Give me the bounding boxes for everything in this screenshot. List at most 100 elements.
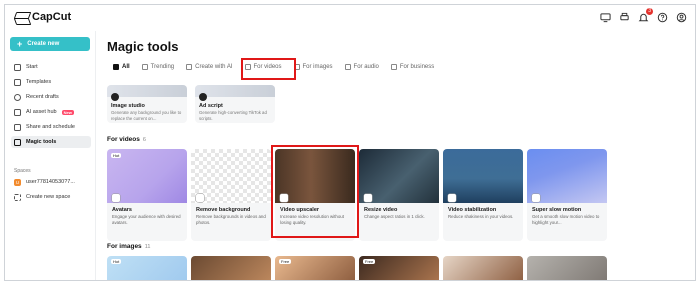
sidebar-item-ai-asset-hub[interactable]: AI asset hub New bbox=[11, 106, 91, 118]
tab-label: All bbox=[122, 64, 130, 70]
help-icon[interactable] bbox=[657, 12, 668, 23]
music-icon bbox=[344, 64, 351, 70]
tab-highlight-box bbox=[241, 58, 296, 80]
trending-icon bbox=[141, 64, 148, 70]
sidebar-item-label: Recent drafts bbox=[26, 94, 59, 100]
tool-card-video-stabilization[interactable]: Video stabilization Reduce shakiness in … bbox=[443, 149, 523, 241]
sidebar-item-start[interactable]: Start bbox=[11, 61, 91, 73]
tab-for-business[interactable]: For business bbox=[385, 61, 440, 73]
hot-badge: Hot bbox=[111, 153, 122, 158]
app-window: CapCut 3 + Create new Start Templates Re… bbox=[4, 4, 696, 281]
bell-icon[interactable]: 3 bbox=[638, 8, 653, 23]
home-icon bbox=[14, 63, 21, 71]
templates-icon bbox=[14, 78, 21, 86]
user-icon[interactable] bbox=[676, 12, 687, 23]
tool-card-ad-script[interactable]: Ad script Generate high-converting TikTo… bbox=[195, 85, 275, 123]
image-tool-card[interactable]: Free bbox=[275, 256, 355, 280]
briefcase-icon bbox=[390, 64, 397, 70]
app-name: CapCut bbox=[32, 11, 72, 23]
tool-icon bbox=[448, 194, 456, 202]
card-thumbnail bbox=[107, 85, 187, 97]
grid-icon bbox=[113, 64, 119, 70]
card-title: Image studio bbox=[111, 103, 145, 109]
top-bar: CapCut 3 bbox=[5, 5, 695, 31]
magic-icon bbox=[14, 138, 21, 146]
notification-badge: 3 bbox=[646, 8, 653, 15]
app-logo[interactable]: CapCut bbox=[15, 11, 71, 23]
tab-label: Create with AI bbox=[195, 64, 233, 70]
space-avatar: U bbox=[14, 178, 21, 186]
top-actions: 3 bbox=[600, 8, 687, 23]
tab-label: Trending bbox=[150, 64, 175, 70]
tool-card-remove-background[interactable]: Remove background Remove backgrounds in … bbox=[191, 149, 271, 241]
card-title: Remove background bbox=[196, 207, 251, 213]
share-icon bbox=[14, 123, 21, 131]
tool-card-image-studio[interactable]: Image studio Generate any background you… bbox=[107, 85, 187, 123]
tab-create-with-ai[interactable]: Create with AI bbox=[180, 61, 238, 73]
section-for-videos: For videos 6 bbox=[107, 136, 146, 143]
card-highlight-box bbox=[271, 145, 359, 238]
sidebar-item-magic-tools[interactable]: Magic tools bbox=[11, 136, 91, 148]
sidebar-divider bbox=[95, 31, 96, 280]
tool-icon bbox=[364, 194, 372, 202]
free-badge: Free bbox=[363, 259, 376, 264]
sidebar-item-share-and-schedule[interactable]: Share and schedule bbox=[11, 121, 91, 133]
plus-icon: + bbox=[17, 38, 23, 49]
section-title: For images bbox=[107, 243, 142, 250]
hot-badge: Hot bbox=[111, 259, 122, 264]
sidebar: + Create new Start Templates Recent draf… bbox=[5, 31, 96, 280]
sidebar-item-label: Share and schedule bbox=[26, 124, 75, 130]
card-description: Remove backgrounds in videos and photos. bbox=[196, 214, 266, 225]
card-title: Video stabilization bbox=[448, 207, 497, 213]
card-title: Resize video bbox=[364, 207, 398, 213]
image-tool-card[interactable]: Hot bbox=[107, 256, 187, 280]
create-new-button[interactable]: + Create new bbox=[10, 37, 90, 51]
card-title: Super slow motion bbox=[532, 207, 582, 213]
tool-icon bbox=[111, 93, 119, 101]
card-title: Ad script bbox=[199, 103, 223, 109]
image-tool-card[interactable] bbox=[191, 256, 271, 280]
sidebar-item-label: Templates bbox=[26, 79, 52, 85]
space-user-item[interactable]: U user778140530?7... bbox=[11, 176, 91, 188]
sidebar-item-label: Magic tools bbox=[26, 139, 57, 145]
print-icon[interactable] bbox=[619, 12, 630, 23]
create-space-label: Create new space bbox=[26, 194, 71, 200]
tab-label: For audio bbox=[353, 64, 379, 70]
main-content: Magic tools All Trending Create with AI … bbox=[105, 31, 695, 280]
create-new-label: Create new bbox=[27, 41, 60, 47]
featured-tools: Image studio Generate any background you… bbox=[107, 85, 275, 123]
card-description: Engage your audience with desired avatar… bbox=[112, 214, 181, 225]
tool-card-super-slow-motion[interactable]: Super slow motion Get a smooth slow moti… bbox=[527, 149, 607, 241]
image-tool-card[interactable] bbox=[527, 256, 607, 280]
tab-all[interactable]: All bbox=[107, 61, 136, 73]
card-thumbnail bbox=[195, 85, 275, 97]
sidebar-item-templates[interactable]: Templates bbox=[11, 76, 91, 88]
tab-trending[interactable]: Trending bbox=[136, 61, 180, 73]
tab-for-audio[interactable]: For audio bbox=[339, 61, 385, 73]
page-title: Magic tools bbox=[107, 39, 179, 54]
card-description: Change aspect ratios in 1 click. bbox=[364, 214, 425, 219]
card-description: Get a smooth slow motion video to highli… bbox=[532, 214, 600, 225]
card-title: Avatars bbox=[112, 207, 132, 213]
sidebar-item-label: Start bbox=[26, 64, 38, 70]
section-count: 11 bbox=[144, 244, 151, 250]
sidebar-item-recent-drafts[interactable]: Recent drafts bbox=[11, 91, 91, 103]
section-title: For videos bbox=[107, 136, 140, 143]
space-user-label: user778140530?7... bbox=[26, 179, 75, 185]
monitor-icon[interactable] bbox=[600, 12, 611, 23]
tool-card-avatars[interactable]: Hot Avatars Engage your audience with de… bbox=[107, 149, 187, 241]
spaces-label: Spaces bbox=[14, 168, 31, 174]
card-description: Reduce shakiness in your videos. bbox=[448, 214, 514, 219]
clock-icon bbox=[14, 93, 21, 101]
image-tool-card[interactable]: Free bbox=[359, 256, 439, 280]
tool-icon bbox=[196, 194, 204, 202]
tool-card-resize-video[interactable]: Resize video Change aspect ratios in 1 c… bbox=[359, 149, 439, 241]
tool-icon bbox=[532, 194, 540, 202]
card-description: Generate high-converting TikTok ad scrip… bbox=[199, 110, 267, 121]
image-tool-card[interactable] bbox=[443, 256, 523, 280]
ai-icon bbox=[14, 108, 21, 116]
create-space-item[interactable]: Create new space bbox=[11, 191, 91, 203]
capcut-logo-icon bbox=[15, 12, 28, 23]
card-description: Generate any background you like to repl… bbox=[111, 110, 182, 121]
tab-label: For business bbox=[399, 64, 435, 70]
